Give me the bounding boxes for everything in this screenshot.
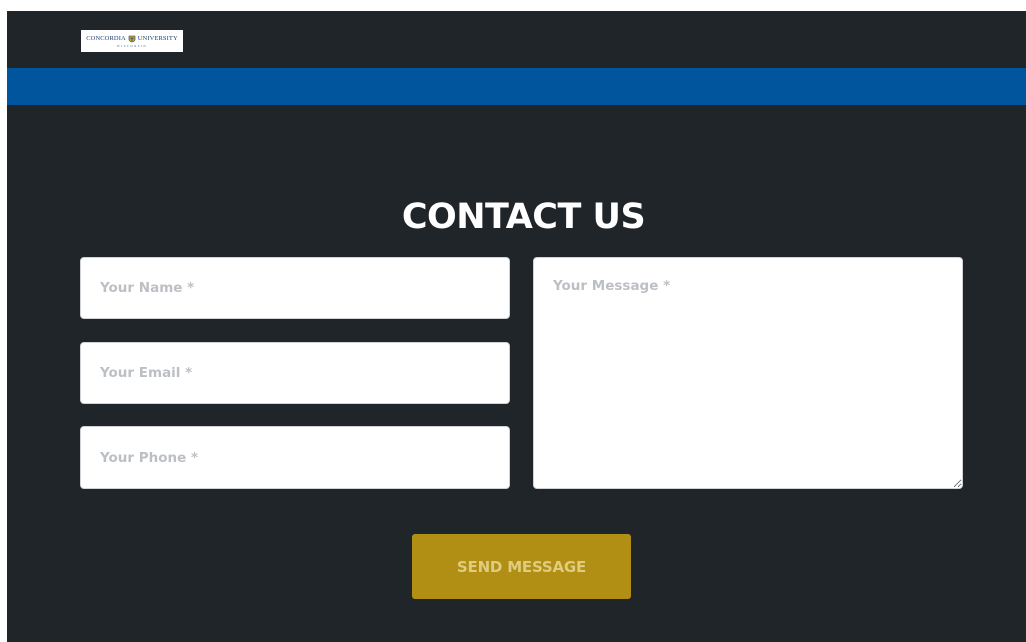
logo-subtext: WISCONSIN [116,43,148,48]
logo-text-university: UNIVERSITY [137,34,178,42]
send-message-button[interactable]: SEND MESSAGE [412,534,631,599]
seal-icon [128,35,136,42]
page-frame: CONCORDIA UNIVERSITY WISCONSIN CONTACT U… [7,11,1026,642]
email-field[interactable] [80,342,510,404]
university-logo[interactable]: CONCORDIA UNIVERSITY WISCONSIN [81,30,183,52]
phone-field[interactable] [80,426,510,489]
logo-text-concordia: CONCORDIA [86,34,126,42]
message-field[interactable] [533,257,963,489]
name-field[interactable] [80,257,510,319]
logo-wordmark: CONCORDIA UNIVERSITY WISCONSIN [86,35,178,48]
page-title: CONTACT US [401,197,646,237]
header-blue-bar [7,68,1026,105]
